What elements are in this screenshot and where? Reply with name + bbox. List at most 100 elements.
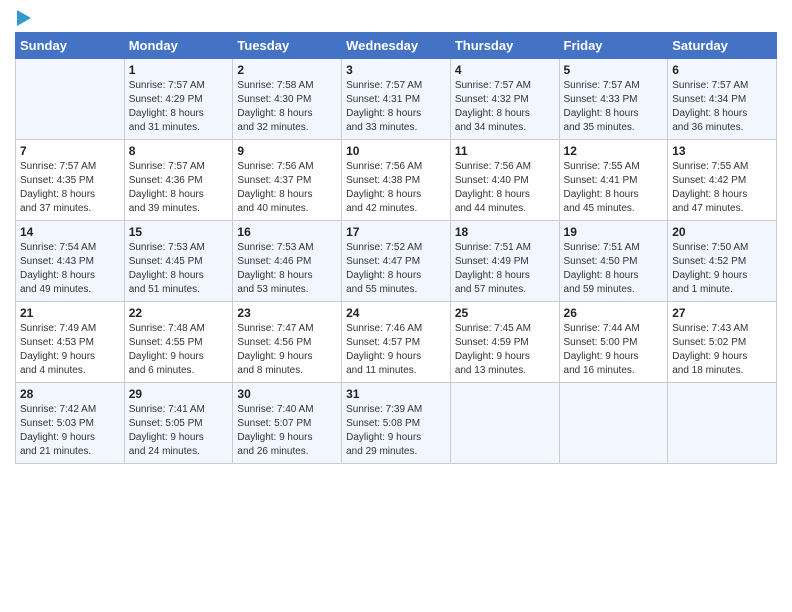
day-content: Sunrise: 7:55 AM Sunset: 4:41 PM Dayligh… [564,160,664,216]
calendar-week-2: 7 Sunrise: 7:57 AM Sunset: 4:35 PM Daylig… [16,140,777,221]
calendar-cell: 5 Sunrise: 7:57 AM Sunset: 4:33 PM Daylig… [559,59,668,140]
calendar-body: 1Sunrise: 7:57 AM Sunset: 4:29 PM Daylig… [16,59,777,464]
day-number: 30 [237,387,337,401]
day-number: 19 [564,225,664,239]
calendar-cell: 14 Sunrise: 7:54 AM Sunset: 4:43 PM Dayli… [16,221,125,302]
day-number: 15 [129,225,229,239]
calendar-cell: 1Sunrise: 7:57 AM Sunset: 4:29 PM Daylig… [124,59,233,140]
day-content: Sunrise: 7:53 AM Sunset: 4:46 PM Dayligh… [237,241,337,297]
calendar-cell [16,59,125,140]
day-number: 17 [346,225,446,239]
calendar-cell: 8 Sunrise: 7:57 AM Sunset: 4:36 PM Daylig… [124,140,233,221]
calendar-cell: 25Sunrise: 7:45 AM Sunset: 4:59 PM Dayli… [450,302,559,383]
day-content: Sunrise: 7:58 AM Sunset: 4:30 PM Dayligh… [237,79,337,135]
calendar-cell: 28 Sunrise: 7:42 AM Sunset: 5:03 PM Dayli… [16,383,125,464]
calendar-cell: 31 Sunrise: 7:39 AM Sunset: 5:08 PM Dayli… [342,383,451,464]
calendar-week-5: 28 Sunrise: 7:42 AM Sunset: 5:03 PM Dayli… [16,383,777,464]
page-container: SundayMondayTuesdayWednesdayThursdayFrid… [0,0,792,474]
day-content: Sunrise: 7:44 AM Sunset: 5:00 PM Dayligh… [564,322,664,378]
calendar-week-1: 1Sunrise: 7:57 AM Sunset: 4:29 PM Daylig… [16,59,777,140]
day-content: Sunrise: 7:43 AM Sunset: 5:02 PM Dayligh… [672,322,772,378]
day-number: 16 [237,225,337,239]
day-of-week-monday: Monday [124,33,233,59]
day-number: 25 [455,306,555,320]
day-number: 8 [129,144,229,158]
calendar-cell: 6 Sunrise: 7:57 AM Sunset: 4:34 PM Daylig… [668,59,777,140]
calendar-cell: 20 Sunrise: 7:50 AM Sunset: 4:52 PM Dayli… [668,221,777,302]
day-content: Sunrise: 7:54 AM Sunset: 4:43 PM Dayligh… [20,241,120,297]
day-content: Sunrise: 7:55 AM Sunset: 4:42 PM Dayligh… [672,160,772,216]
day-of-week-sunday: Sunday [16,33,125,59]
day-number: 2 [237,63,337,77]
calendar-cell: 21Sunrise: 7:49 AM Sunset: 4:53 PM Dayli… [16,302,125,383]
day-number: 10 [346,144,446,158]
day-content: Sunrise: 7:57 AM Sunset: 4:35 PM Dayligh… [20,160,120,216]
calendar-cell: 19Sunrise: 7:51 AM Sunset: 4:50 PM Dayli… [559,221,668,302]
day-content: Sunrise: 7:51 AM Sunset: 4:49 PM Dayligh… [455,241,555,297]
day-content: Sunrise: 7:48 AM Sunset: 4:55 PM Dayligh… [129,322,229,378]
calendar-cell: 3Sunrise: 7:57 AM Sunset: 4:31 PM Daylig… [342,59,451,140]
header [15,10,777,26]
calendar-cell: 24 Sunrise: 7:46 AM Sunset: 4:57 PM Dayli… [342,302,451,383]
calendar-cell: 2 Sunrise: 7:58 AM Sunset: 4:30 PM Daylig… [233,59,342,140]
calendar-cell [559,383,668,464]
day-number: 11 [455,144,555,158]
day-content: Sunrise: 7:57 AM Sunset: 4:32 PM Dayligh… [455,79,555,135]
calendar-cell: 11 Sunrise: 7:56 AM Sunset: 4:40 PM Dayli… [450,140,559,221]
day-number: 27 [672,306,772,320]
day-content: Sunrise: 7:56 AM Sunset: 4:38 PM Dayligh… [346,160,446,216]
calendar-cell: 7 Sunrise: 7:57 AM Sunset: 4:35 PM Daylig… [16,140,125,221]
calendar-cell: 9Sunrise: 7:56 AM Sunset: 4:37 PM Daylig… [233,140,342,221]
day-number: 14 [20,225,120,239]
day-of-week-friday: Friday [559,33,668,59]
calendar-cell: 13 Sunrise: 7:55 AM Sunset: 4:42 PM Dayli… [668,140,777,221]
calendar-cell: 23 Sunrise: 7:47 AM Sunset: 4:56 PM Dayli… [233,302,342,383]
day-content: Sunrise: 7:49 AM Sunset: 4:53 PM Dayligh… [20,322,120,378]
calendar-cell: 10 Sunrise: 7:56 AM Sunset: 4:38 PM Dayli… [342,140,451,221]
day-number: 20 [672,225,772,239]
day-number: 31 [346,387,446,401]
day-content: Sunrise: 7:53 AM Sunset: 4:45 PM Dayligh… [129,241,229,297]
calendar-cell: 18Sunrise: 7:51 AM Sunset: 4:49 PM Dayli… [450,221,559,302]
calendar-cell: 22Sunrise: 7:48 AM Sunset: 4:55 PM Dayli… [124,302,233,383]
day-of-week-thursday: Thursday [450,33,559,59]
calendar-week-4: 21Sunrise: 7:49 AM Sunset: 4:53 PM Dayli… [16,302,777,383]
day-content: Sunrise: 7:57 AM Sunset: 4:34 PM Dayligh… [672,79,772,135]
day-of-week-tuesday: Tuesday [233,33,342,59]
calendar-week-3: 14 Sunrise: 7:54 AM Sunset: 4:43 PM Dayli… [16,221,777,302]
calendar-cell: 16 Sunrise: 7:53 AM Sunset: 4:46 PM Dayli… [233,221,342,302]
day-number: 24 [346,306,446,320]
day-number: 13 [672,144,772,158]
logo [15,10,31,26]
day-number: 9 [237,144,337,158]
day-content: Sunrise: 7:57 AM Sunset: 4:33 PM Dayligh… [564,79,664,135]
day-number: 6 [672,63,772,77]
day-content: Sunrise: 7:41 AM Sunset: 5:05 PM Dayligh… [129,403,229,459]
calendar-cell: 26Sunrise: 7:44 AM Sunset: 5:00 PM Dayli… [559,302,668,383]
calendar-cell: 15 Sunrise: 7:53 AM Sunset: 4:45 PM Dayli… [124,221,233,302]
day-content: Sunrise: 7:39 AM Sunset: 5:08 PM Dayligh… [346,403,446,459]
calendar-cell [450,383,559,464]
day-content: Sunrise: 7:57 AM Sunset: 4:36 PM Dayligh… [129,160,229,216]
day-content: Sunrise: 7:46 AM Sunset: 4:57 PM Dayligh… [346,322,446,378]
calendar-cell: 12 Sunrise: 7:55 AM Sunset: 4:41 PM Dayli… [559,140,668,221]
day-number: 5 [564,63,664,77]
calendar-header-row: SundayMondayTuesdayWednesdayThursdayFrid… [16,33,777,59]
day-content: Sunrise: 7:47 AM Sunset: 4:56 PM Dayligh… [237,322,337,378]
day-number: 28 [20,387,120,401]
day-of-week-saturday: Saturday [668,33,777,59]
day-content: Sunrise: 7:56 AM Sunset: 4:40 PM Dayligh… [455,160,555,216]
day-content: Sunrise: 7:52 AM Sunset: 4:47 PM Dayligh… [346,241,446,297]
day-number: 23 [237,306,337,320]
day-content: Sunrise: 7:50 AM Sunset: 4:52 PM Dayligh… [672,241,772,297]
calendar-cell: 29Sunrise: 7:41 AM Sunset: 5:05 PM Dayli… [124,383,233,464]
calendar-cell: 30Sunrise: 7:40 AM Sunset: 5:07 PM Dayli… [233,383,342,464]
day-number: 4 [455,63,555,77]
day-number: 12 [564,144,664,158]
day-number: 7 [20,144,120,158]
calendar-cell: 17 Sunrise: 7:52 AM Sunset: 4:47 PM Dayli… [342,221,451,302]
day-content: Sunrise: 7:42 AM Sunset: 5:03 PM Dayligh… [20,403,120,459]
day-number: 1 [129,63,229,77]
day-of-week-wednesday: Wednesday [342,33,451,59]
logo-arrow-icon [17,10,31,26]
